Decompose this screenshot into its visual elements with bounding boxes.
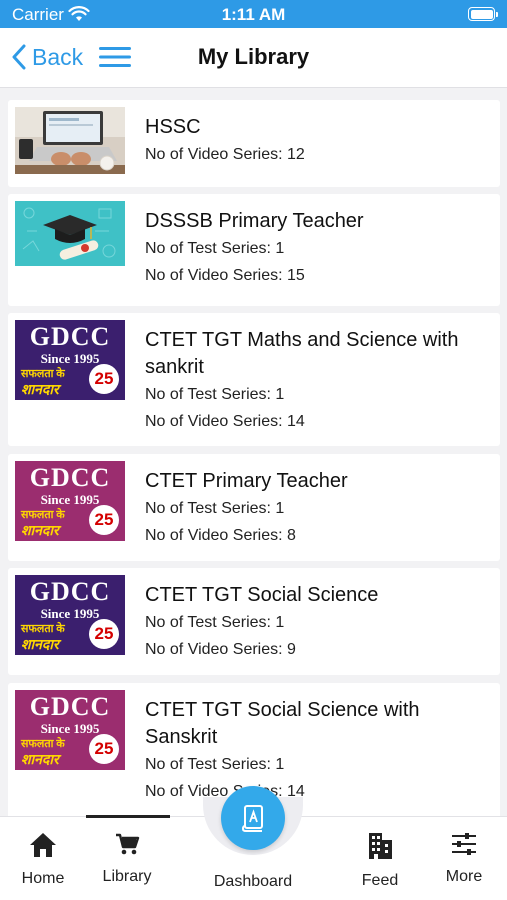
course-thumbnail: [15, 201, 125, 266]
video-series-count: No of Video Series: 14: [145, 783, 305, 800]
test-series-count: No of Test Series: 1: [145, 756, 285, 773]
tab-dashboard-label[interactable]: Dashboard: [203, 873, 303, 891]
hamburger-icon: [99, 47, 131, 67]
graduation-cap-icon: [15, 201, 125, 266]
tab-home-label: Home: [21, 870, 65, 887]
video-series-count: No of Video Series: 12: [145, 146, 305, 163]
home-icon: [30, 833, 56, 857]
battery-icon: [468, 7, 498, 21]
clock: 1:11 AM: [221, 5, 286, 24]
course-title: CTET Primary Teacher: [145, 470, 348, 492]
course-thumbnail: GDCC Since 1995 सफलता के शानदार 25: [15, 320, 125, 400]
test-series-count: No of Test Series: 1: [145, 386, 285, 403]
course-title: DSSSB Primary Teacher: [145, 210, 364, 232]
gdcc-logo-icon: GDCC Since 1995 सफलता के शानदार 25: [15, 320, 125, 400]
book-icon: [241, 805, 263, 832]
status-bar: Carrier 1:11 AM: [0, 0, 507, 28]
course-title: CTET TGT Maths and Science with sankrit: [145, 329, 459, 378]
course-card-ctet-tgt-maths-science[interactable]: GDCC Since 1995 सफलता के शानदार 25 CTET …: [8, 313, 500, 446]
sliders-icon: [452, 833, 476, 855]
video-series-count: No of Video Series: 9: [145, 641, 296, 658]
gdcc-logo-icon: GDCC Since 1995 सफलता के शानदार 25: [15, 575, 125, 655]
back-label: Back: [32, 43, 84, 70]
course-card-dsssb[interactable]: DSSSB Primary Teacher No of Test Series:…: [8, 194, 500, 306]
bottom-tab-bar: Home Library Dashboard Feed More: [0, 786, 507, 900]
cart-icon: [116, 833, 140, 855]
tab-feed[interactable]: Feed: [340, 831, 420, 890]
nav-bar: Back My Library: [0, 28, 507, 88]
course-title: CTET TGT Social Science: [145, 584, 379, 606]
building-icon: [369, 833, 392, 859]
course-thumbnail: GDCC Since 1995 सफलता के शानदार 25: [15, 575, 125, 655]
active-tab-indicator: [86, 815, 170, 818]
gdcc-logo-icon: GDCC Since 1995 सफलता के शानदार 25: [15, 461, 125, 541]
course-thumbnail: GDCC Since 1995 सफलता के शानदार 25: [15, 690, 125, 770]
tab-home[interactable]: Home: [3, 831, 83, 888]
video-series-count: No of Video Series: 8: [145, 527, 296, 544]
video-series-count: No of Video Series: 15: [145, 267, 305, 284]
course-title: HSSC: [145, 116, 201, 138]
tab-library-label: Library: [102, 868, 152, 885]
laptop-photo-icon: [15, 107, 125, 174]
test-series-count: No of Test Series: 1: [145, 500, 285, 517]
gdcc-logo-icon: GDCC Since 1995 सफलता के शानदार 25: [15, 690, 125, 770]
course-thumbnail: [15, 107, 125, 174]
tab-more[interactable]: More: [424, 831, 504, 886]
course-title: CTET TGT Social Science with Sanskrit: [145, 699, 420, 748]
back-button[interactable]: Back: [12, 41, 83, 73]
course-card-ctet-primary-teacher[interactable]: GDCC Since 1995 सफलता के शानदार 25 CTET …: [8, 454, 500, 561]
video-series-count: No of Video Series: 14: [145, 413, 305, 430]
test-series-count: No of Test Series: 1: [145, 240, 285, 257]
course-list[interactable]: HSSC No of Video Series: 12 DSSSB Primar…: [0, 88, 507, 816]
tab-feed-label: Feed: [361, 872, 399, 889]
tab-library[interactable]: Library: [87, 831, 167, 886]
tab-more-label: More: [445, 868, 483, 885]
dashboard-button[interactable]: [221, 786, 285, 850]
course-card-hssc[interactable]: HSSC No of Video Series: 12: [8, 100, 500, 187]
test-series-count: No of Test Series: 1: [145, 614, 285, 631]
course-card-ctet-tgt-social-science[interactable]: GDCC Since 1995 सफलता के शानदार 25 CTET …: [8, 568, 500, 675]
chevron-left-icon: [12, 44, 26, 70]
hamburger-menu-button[interactable]: [98, 44, 132, 70]
course-thumbnail: GDCC Since 1995 सफलता के शानदार 25: [15, 461, 125, 541]
